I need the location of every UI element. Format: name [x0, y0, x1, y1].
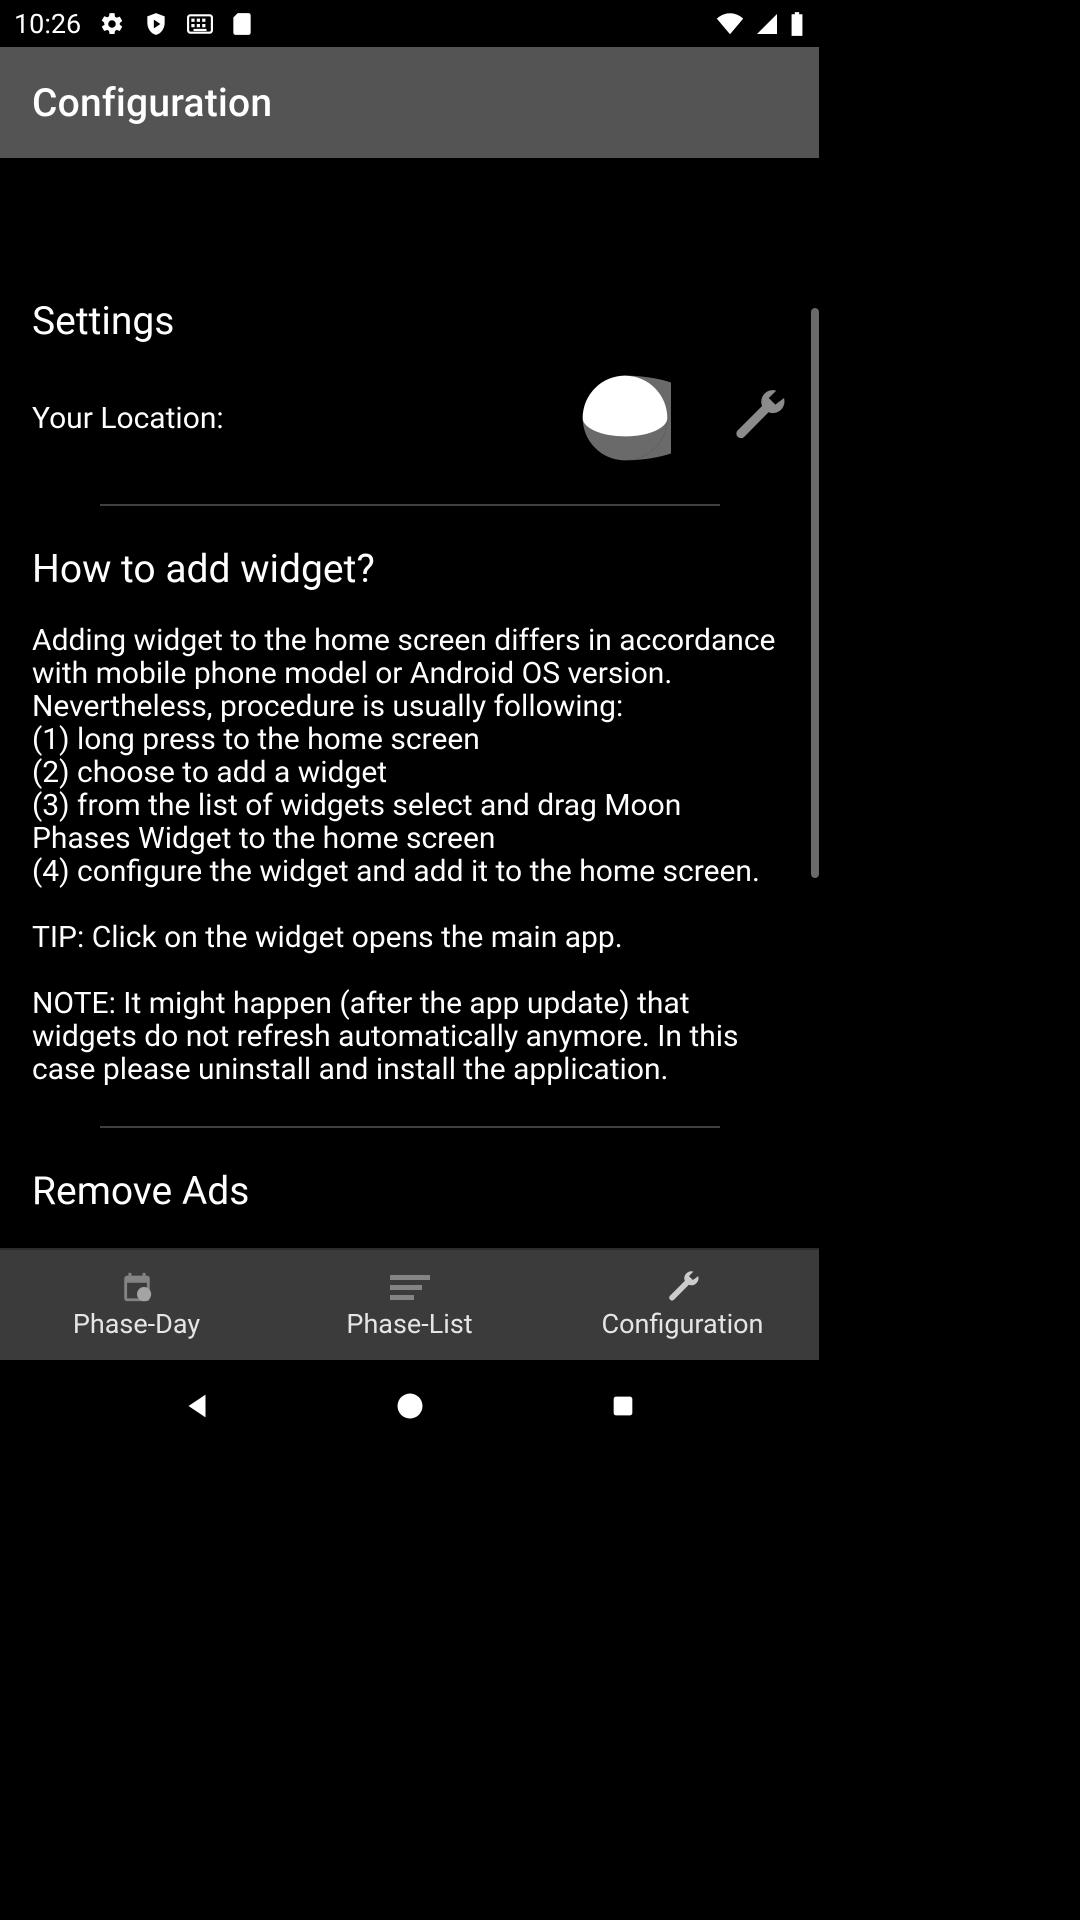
wrench-icon [731, 388, 787, 448]
status-time: 10:26 [14, 8, 81, 40]
screen: 10:26 Conf [0, 0, 819, 1456]
calendar-icon [119, 1270, 155, 1304]
status-right [715, 11, 805, 37]
content-top-spacer [32, 158, 787, 298]
nav-home-button[interactable] [387, 1385, 433, 1431]
wifi-icon [715, 12, 745, 36]
tab-label: Configuration [602, 1308, 764, 1340]
bottom-tab-bar: Phase-Day Phase-List Configuration [0, 1250, 819, 1360]
scrollbar[interactable] [811, 308, 819, 878]
recent-icon [609, 1392, 637, 1424]
location-settings-button[interactable] [731, 388, 787, 448]
remove-ads-heading: Remove Ads [32, 1168, 787, 1214]
content[interactable]: Settings Your Location: How to add widge… [0, 158, 819, 1248]
gear-icon [99, 11, 125, 37]
status-bar: 10:26 [0, 0, 819, 47]
list-icon [390, 1270, 430, 1304]
page-title: Configuration [32, 80, 272, 126]
back-icon [180, 1389, 214, 1427]
howto-heading: How to add widget? [32, 546, 787, 592]
location-row: Your Location: [32, 372, 787, 464]
status-left: 10:26 [14, 8, 253, 40]
howto-body: Adding widget to the home screen differs… [32, 624, 787, 1086]
divider [100, 504, 720, 506]
moon-phase-icon[interactable] [579, 372, 671, 464]
settings-heading: Settings [32, 298, 787, 344]
tab-label: Phase-Day [73, 1308, 200, 1340]
keyboard-icon [187, 13, 213, 35]
nav-back-button[interactable] [174, 1385, 220, 1431]
divider [100, 1126, 720, 1128]
system-nav-bar [0, 1360, 819, 1456]
location-label: Your Location: [32, 401, 224, 436]
tab-phase-day[interactable]: Phase-Day [0, 1250, 273, 1360]
signal-icon [755, 12, 779, 36]
tab-configuration[interactable]: Configuration [546, 1250, 819, 1360]
wrench-icon [663, 1270, 703, 1304]
home-icon [395, 1391, 425, 1425]
sd-card-icon [231, 11, 253, 37]
tab-phase-list[interactable]: Phase-List [273, 1250, 546, 1360]
battery-icon [789, 11, 805, 37]
shield-play-icon [143, 11, 169, 37]
tab-label: Phase-List [346, 1308, 472, 1340]
nav-recent-button[interactable] [600, 1385, 646, 1431]
app-bar: Configuration [0, 47, 819, 158]
